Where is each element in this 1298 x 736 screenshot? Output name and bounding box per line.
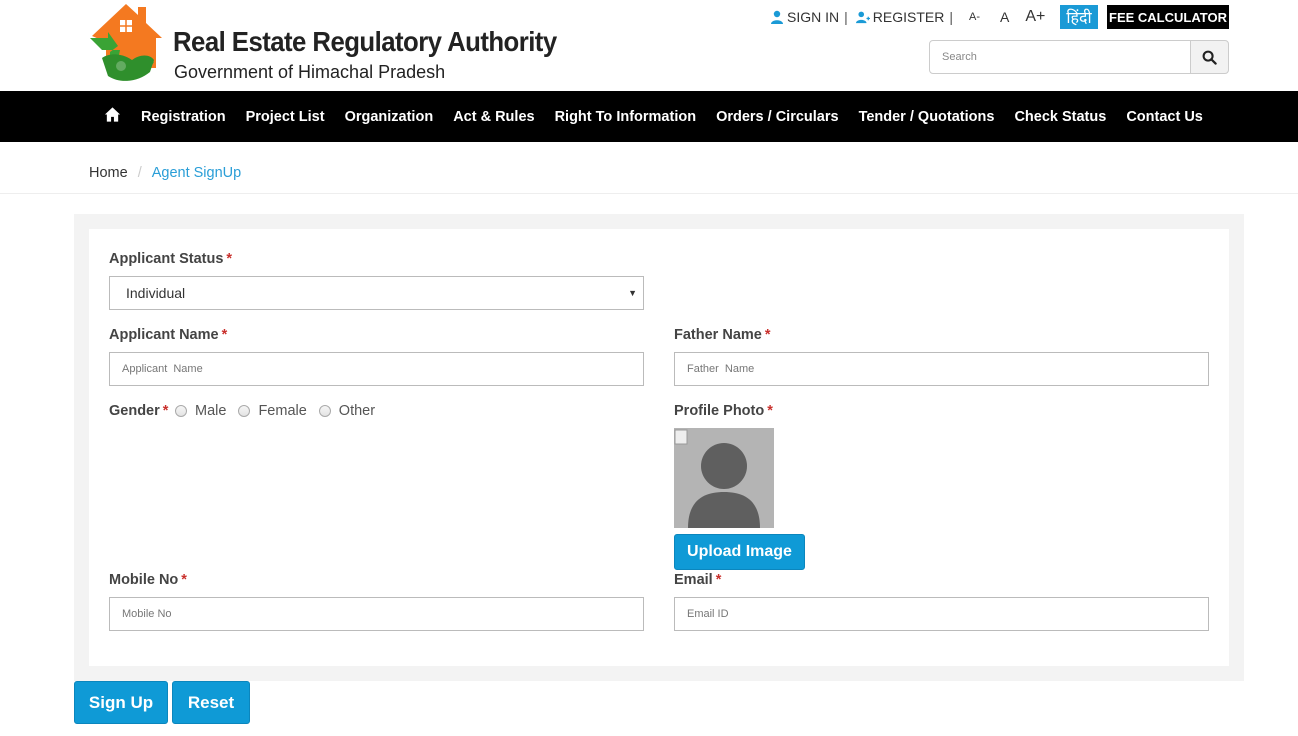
nav-items: Registration Project List Organization A… bbox=[141, 91, 1223, 142]
nav-item-project-list[interactable]: Project List bbox=[246, 109, 325, 125]
register-link[interactable]: REGISTER bbox=[855, 9, 945, 25]
mobile-input[interactable] bbox=[109, 597, 644, 631]
breadcrumb-separator: / bbox=[137, 165, 142, 181]
caret-down-icon: ▼ bbox=[628, 288, 637, 298]
main-nav: Registration Project List Organization A… bbox=[0, 91, 1298, 142]
hindi-language-button[interactable]: हिंदी bbox=[1060, 5, 1098, 29]
separator: | bbox=[949, 9, 953, 25]
gender-male-label: Male bbox=[195, 403, 227, 419]
nav-item-orders-circulars[interactable]: Orders / Circulars bbox=[716, 109, 839, 125]
font-increase-button[interactable]: A+ bbox=[1025, 8, 1045, 26]
site-header: Real Estate Regulatory Authority Governm… bbox=[0, 0, 1298, 91]
nav-item-act-rules[interactable]: Act & Rules bbox=[453, 109, 534, 125]
upload-image-button[interactable]: Upload Image bbox=[674, 534, 805, 570]
email-label: Email * bbox=[674, 572, 722, 588]
search-input[interactable] bbox=[929, 40, 1191, 74]
applicant-name-input[interactable] bbox=[109, 352, 644, 386]
search-button[interactable] bbox=[1190, 40, 1229, 74]
breadcrumb: Home / Agent SignUp bbox=[89, 165, 241, 181]
gender-female-label: Female bbox=[258, 403, 307, 419]
nav-item-check-status[interactable]: Check Status bbox=[1014, 109, 1106, 125]
applicant-status-value: Individual bbox=[126, 285, 186, 301]
search-icon bbox=[1202, 50, 1217, 65]
profile-photo-preview bbox=[674, 428, 774, 528]
gender-other-label: Other bbox=[338, 403, 376, 419]
user-icon bbox=[771, 10, 783, 24]
separator: | bbox=[844, 9, 848, 25]
gender-label: Gender * bbox=[109, 403, 169, 419]
user-plus-icon bbox=[855, 11, 870, 24]
breadcrumb-home[interactable]: Home bbox=[89, 165, 128, 181]
profile-photo-label: Profile Photo * bbox=[674, 403, 773, 419]
top-links: SIGN IN | REGISTER | A- A A+ bbox=[770, 6, 1045, 28]
father-name-label: Father Name * bbox=[674, 327, 771, 343]
fee-calculator-button[interactable]: FEE CALCULATOR bbox=[1107, 5, 1229, 29]
gender-male-radio[interactable] bbox=[175, 405, 187, 417]
nav-item-rti[interactable]: Right To Information bbox=[555, 109, 696, 125]
home-icon[interactable] bbox=[104, 106, 121, 123]
avatar-placeholder-icon bbox=[674, 429, 760, 528]
nav-item-tender-quotations[interactable]: Tender / Quotations bbox=[859, 109, 995, 125]
font-normal-button[interactable]: A bbox=[1000, 9, 1009, 25]
site-title: Real Estate Regulatory Authority bbox=[173, 26, 557, 57]
gender-radio-group: Male Female Other bbox=[175, 403, 387, 419]
mobile-label: Mobile No * bbox=[109, 572, 187, 588]
applicant-status-label: Applicant Status * bbox=[109, 251, 233, 267]
nav-item-contact-us[interactable]: Contact Us bbox=[1126, 109, 1203, 125]
sign-in-link[interactable]: SIGN IN bbox=[770, 9, 839, 25]
divider bbox=[0, 193, 1298, 194]
rera-logo[interactable] bbox=[88, 2, 168, 86]
font-decrease-button[interactable]: A- bbox=[969, 11, 980, 23]
site-subtitle: Government of Himachal Pradesh bbox=[174, 62, 446, 82]
nav-item-registration[interactable]: Registration bbox=[141, 109, 226, 125]
father-name-input[interactable] bbox=[674, 352, 1209, 386]
breadcrumb-current: Agent SignUp bbox=[151, 165, 242, 181]
applicant-name-label: Applicant Name * bbox=[109, 327, 228, 343]
register-label: REGISTER bbox=[872, 9, 945, 25]
gender-other-radio[interactable] bbox=[318, 405, 331, 417]
sign-in-label: SIGN IN bbox=[787, 9, 840, 25]
sign-up-button[interactable]: Sign Up bbox=[74, 681, 168, 724]
gender-female-radio[interactable] bbox=[238, 405, 251, 417]
reset-button[interactable]: Reset bbox=[172, 681, 250, 724]
applicant-status-select[interactable]: Individual ▼ bbox=[109, 276, 644, 310]
email-input[interactable] bbox=[674, 597, 1209, 631]
nav-item-organization[interactable]: Organization bbox=[345, 109, 434, 125]
